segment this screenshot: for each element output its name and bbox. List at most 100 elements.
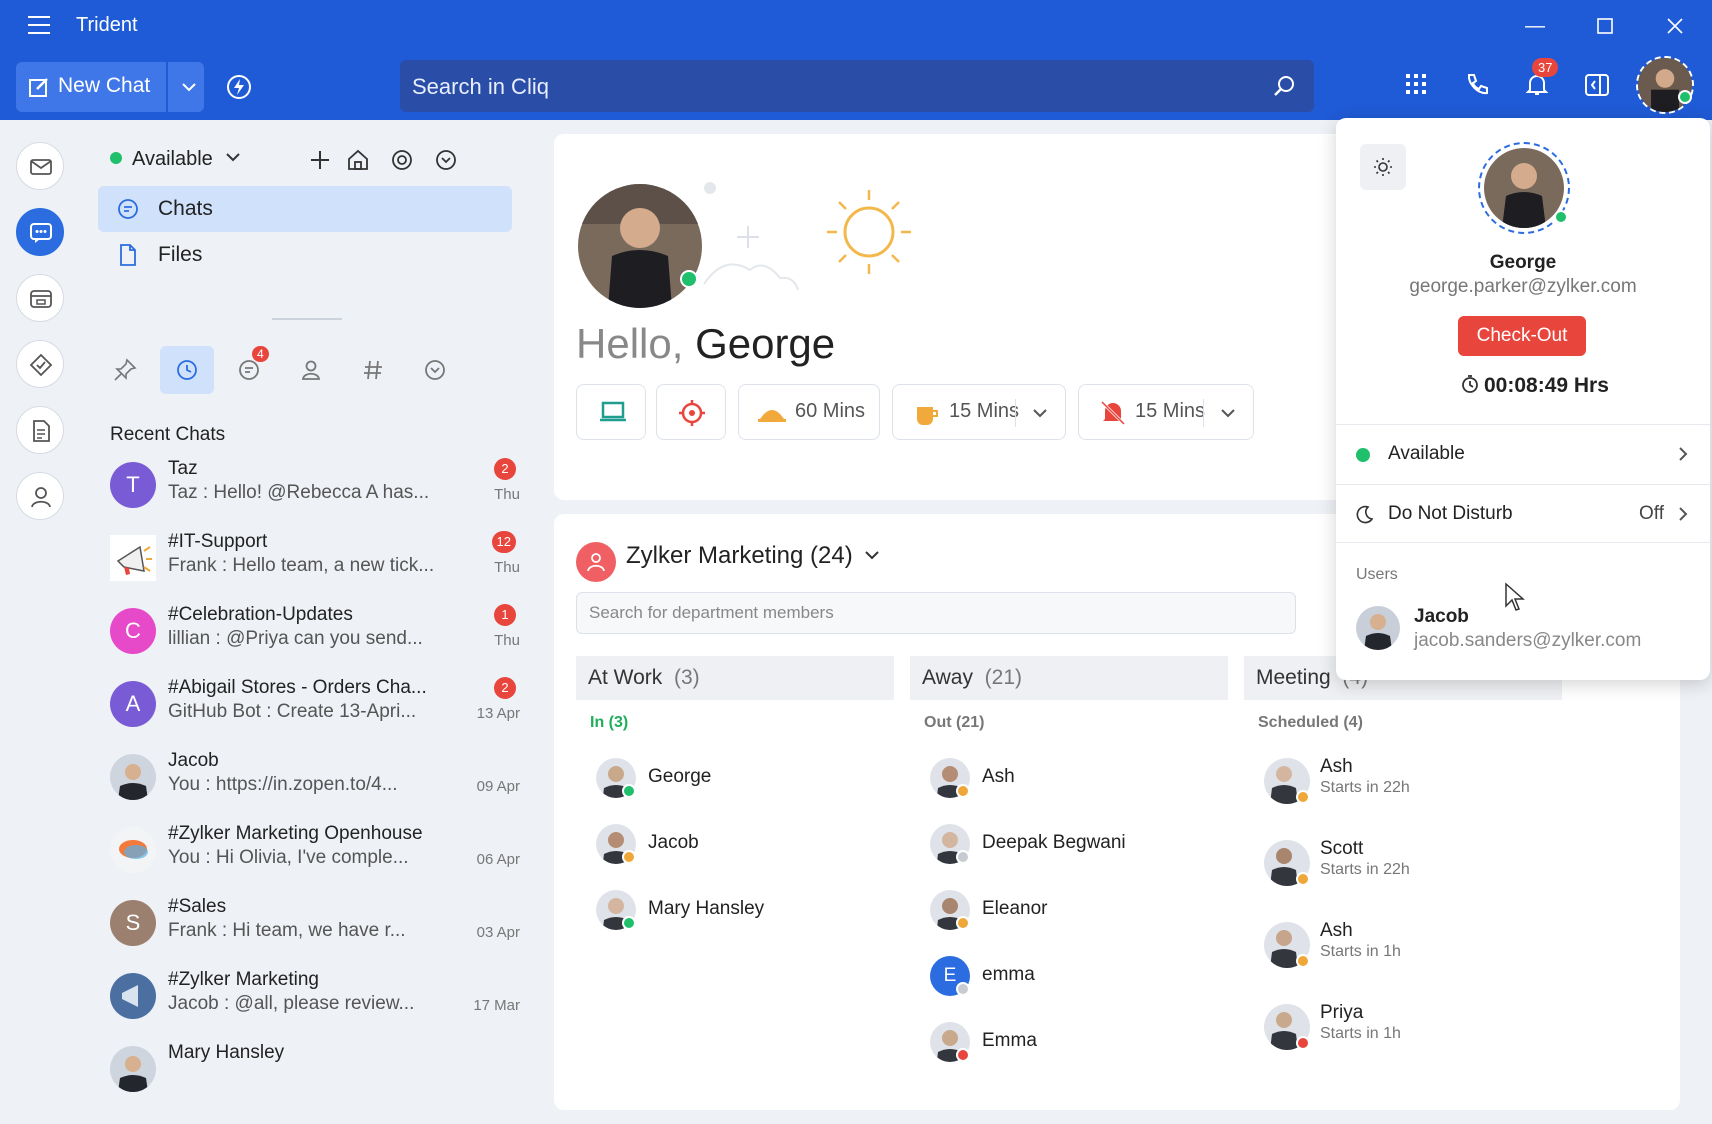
column-header: Away (21) (910, 656, 1228, 700)
member-row[interactable]: George (596, 754, 886, 804)
focus-mode-button[interactable] (656, 384, 726, 440)
nav-files[interactable]: Files (98, 232, 512, 278)
tab-recent[interactable] (160, 346, 214, 394)
lunch-break-button[interactable]: 60 Mins (738, 384, 880, 440)
file-icon (120, 244, 136, 266)
chat-name: #Zylker Marketing Openhouse (168, 823, 423, 844)
work-mode-button[interactable] (576, 384, 646, 440)
member-row[interactable]: Ash (930, 754, 1220, 804)
more-circle-chevron-icon (425, 360, 445, 380)
rail-workdrive-button[interactable] (16, 274, 64, 322)
department-selector[interactable]: Zylker Marketing (24) (626, 542, 881, 570)
chat-avatar (110, 754, 156, 800)
switch-user-name[interactable]: Jacob (1414, 606, 1469, 628)
chat-avatar: A (110, 681, 156, 727)
mute-notifications-button[interactable]: 15 Mins (1078, 384, 1254, 440)
chevron-down-icon (226, 153, 241, 162)
tab-channels[interactable] (346, 346, 400, 394)
rail-notes-button[interactable] (16, 406, 64, 454)
chevron-down-icon (865, 551, 880, 560)
coffee-break-button[interactable]: 15 Mins (892, 384, 1066, 440)
department-search-input[interactable]: Search for department members (576, 592, 1296, 634)
search-bar[interactable]: Search in Cliq (400, 60, 1314, 112)
minimize-button[interactable]: — (1520, 12, 1550, 40)
lunch-break-label: 60 Mins (795, 400, 866, 422)
member-row[interactable]: Deepak Begwani (930, 820, 1220, 870)
rail-chat-button[interactable] (16, 208, 64, 256)
tab-unread[interactable]: 4 (222, 346, 276, 394)
chat-list-item[interactable]: #IT-Support Frank : Hello team, a new tic… (110, 527, 520, 593)
chat-list-item[interactable]: A #Abigail Stores - Orders Cha... GitHub B… (110, 673, 520, 739)
member-row[interactable]: Mary Hansley (596, 886, 886, 936)
chevron-down-icon[interactable] (1219, 404, 1237, 422)
chat-last-message: Jacob : @all, please review... (168, 993, 415, 1014)
member-row[interactable]: Eemma (930, 952, 1220, 1002)
user-avatar[interactable] (1356, 606, 1400, 650)
tab-more[interactable] (408, 346, 462, 394)
new-chat-button[interactable]: New Chat (16, 62, 204, 112)
maximize-button[interactable] (1590, 12, 1620, 40)
plus-icon[interactable] (308, 148, 332, 172)
tab-contacts[interactable] (284, 346, 338, 394)
member-row[interactable]: Jacob (596, 820, 886, 870)
chat-name: #Abigail Stores - Orders Cha... (168, 677, 427, 698)
member-row[interactable]: Scott Starts in 22h (1264, 836, 1554, 886)
chat-last-message: Taz : Hello! @Rebecca A has... (168, 482, 430, 503)
chat-date: 17 Mar (473, 997, 520, 1014)
laptop-icon (600, 401, 626, 422)
search-icon[interactable] (1272, 74, 1296, 98)
chat-last-message: Frank : Hi team, we have r... (168, 920, 406, 941)
chat-list-item[interactable]: S #Sales Frank : Hi team, we have r... 03 A… (110, 892, 520, 958)
mentions-at-icon[interactable] (390, 148, 414, 172)
person-icon (31, 487, 51, 508)
chat-list-item[interactable]: T Taz Taz : Hello! @Rebecca A has... Thu 2 (110, 454, 520, 520)
profile-avatar-button[interactable] (1636, 56, 1694, 114)
chat-list-item[interactable]: C #Celebration-Updates lillian : @Priya ca… (110, 600, 520, 666)
chat-list-item[interactable]: #Zylker Marketing Jacob : @all, please re… (110, 965, 520, 1031)
rail-contacts-button[interactable] (16, 472, 64, 520)
apps-grid-icon[interactable] (1404, 72, 1428, 96)
chat-list-item[interactable]: Jacob You : https://in.zopen.to/4... 09 Ap… (110, 746, 520, 812)
member-row[interactable]: Priya Starts in 1h (1264, 1000, 1554, 1050)
member-row[interactable]: Eleanor (930, 886, 1220, 936)
home-icon[interactable] (346, 148, 370, 172)
theme-toggle-button[interactable] (1360, 144, 1406, 190)
close-window-button[interactable] (1660, 12, 1690, 40)
more-circle-chevron-icon[interactable] (434, 148, 458, 172)
hamburger-menu-icon[interactable] (28, 16, 52, 36)
stopwatch-icon (1462, 375, 1478, 393)
mouse-cursor-icon (1505, 582, 1525, 611)
search-input[interactable]: Search in Cliq (412, 74, 549, 100)
chat-date: 13 Apr (476, 705, 520, 722)
chat-name: #IT-Support (168, 531, 268, 552)
chat-list-item[interactable]: #Zylker Marketing Openhouse You : Hi Oliv… (110, 819, 520, 885)
greeting-user-name: George (695, 320, 836, 367)
tab-pinned[interactable] (98, 346, 152, 394)
rail-mail-button[interactable] (16, 142, 64, 190)
chat-bubble-icon (118, 199, 138, 219)
member-row[interactable]: Emma (930, 1018, 1220, 1068)
chat-name: Mary Hansley (168, 1042, 285, 1063)
side-panel-toggle-icon[interactable] (1584, 72, 1610, 98)
chat-last-message: GitHub Bot : Create 13-Apri... (168, 701, 417, 722)
chat-last-message: lillian : @Priya can you send... (168, 628, 423, 649)
member-row[interactable]: Ash Starts in 1h (1264, 918, 1554, 968)
status-selector[interactable]: Available (110, 148, 242, 171)
phone-icon[interactable] (1464, 72, 1490, 98)
chat-icon (30, 223, 52, 243)
member-row[interactable]: Ash Starts in 22h (1264, 754, 1554, 804)
member-name: Mary Hansley (648, 898, 765, 919)
presence-status-dot (1296, 872, 1310, 886)
member-name: Eleanor (982, 898, 1048, 919)
rail-tasks-button[interactable] (16, 340, 64, 388)
member-name: Ash (982, 766, 1015, 787)
chevron-down-icon[interactable] (1031, 404, 1049, 422)
task-check-icon (29, 353, 53, 377)
status-available-row[interactable]: Available (1336, 424, 1710, 482)
do-not-disturb-row[interactable]: Do Not Disturb Off (1336, 484, 1710, 542)
chevron-down-icon[interactable] (178, 76, 200, 98)
chat-list-item[interactable]: Mary Hansley (110, 1038, 520, 1104)
nav-chats[interactable]: Chats (98, 186, 512, 232)
check-out-button[interactable]: Check-Out (1458, 316, 1586, 356)
quick-actions-bolt-icon[interactable] (226, 74, 252, 100)
